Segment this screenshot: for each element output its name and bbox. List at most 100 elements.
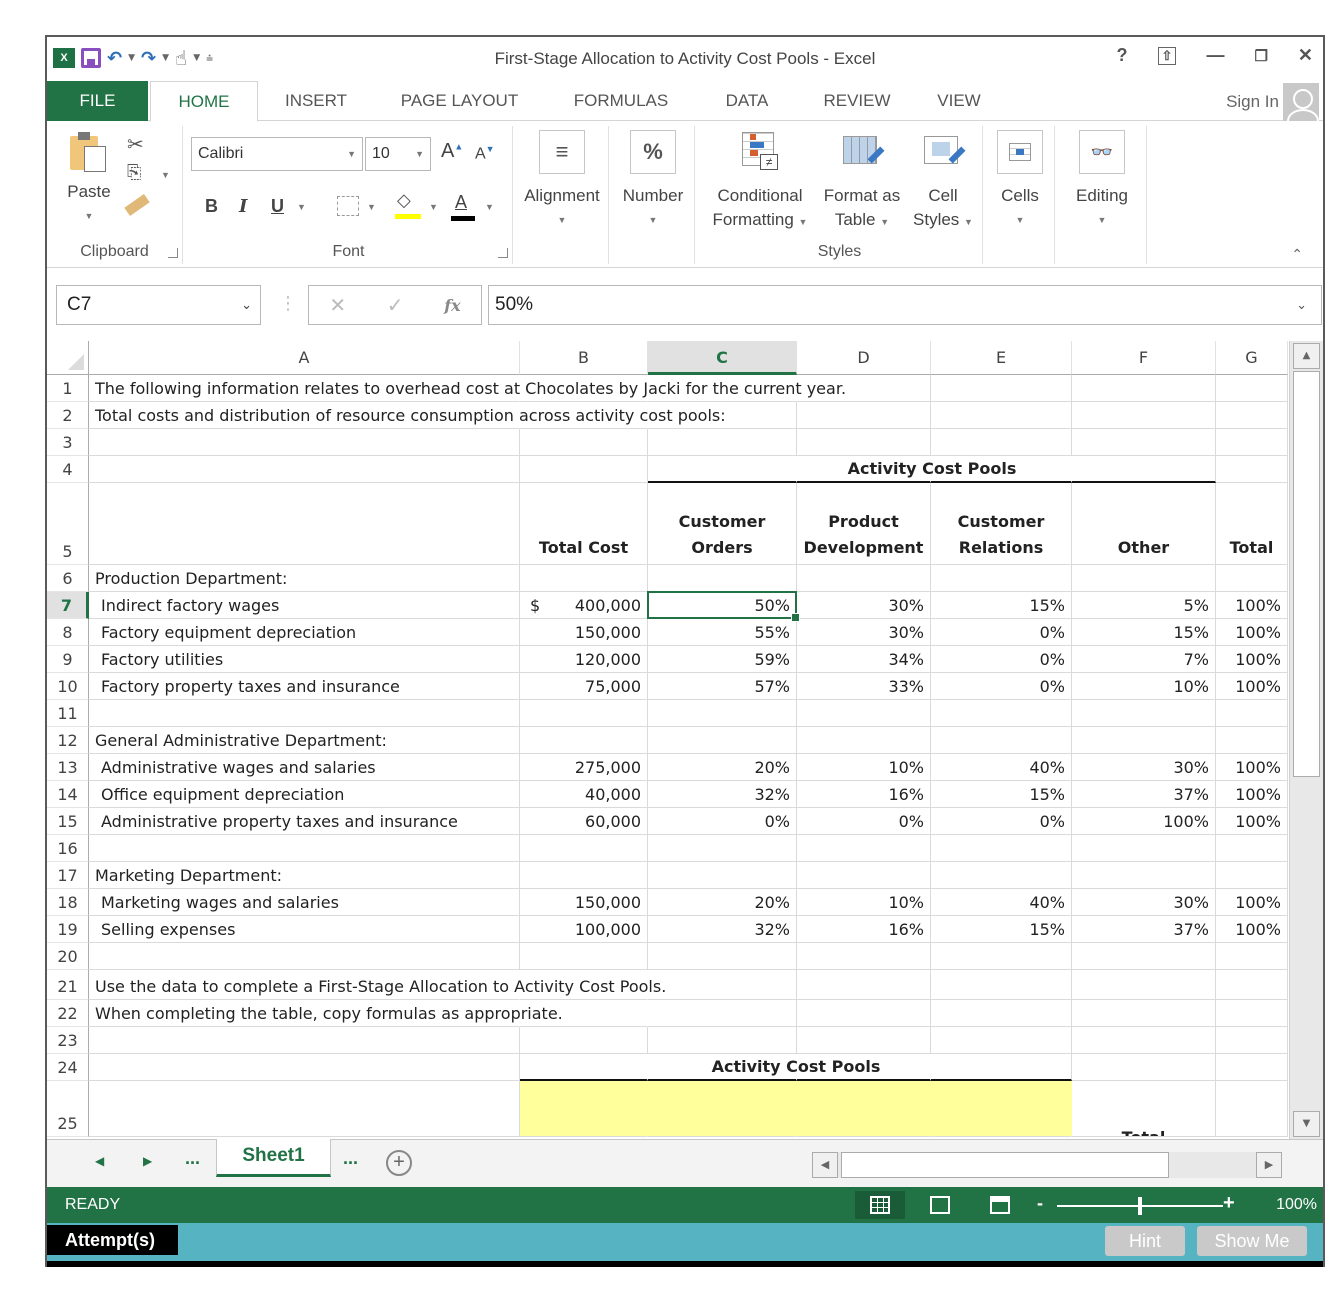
- cell-c11[interactable]: [648, 700, 797, 727]
- cell-e13[interactable]: 40%: [931, 754, 1072, 781]
- cell-a5[interactable]: [89, 483, 520, 565]
- cell-d17[interactable]: [797, 862, 931, 889]
- cell-b12[interactable]: [520, 727, 648, 754]
- restore-icon[interactable]: ❐: [1254, 47, 1267, 65]
- prev-sheet-icon[interactable]: ◀: [95, 1154, 104, 1168]
- cell-f18[interactable]: 30%: [1072, 889, 1216, 916]
- cell-e7[interactable]: 15%: [931, 592, 1072, 619]
- cell-f3[interactable]: [1072, 429, 1216, 456]
- cell-b16[interactable]: [520, 835, 648, 862]
- insert-function-icon[interactable]: fx: [444, 296, 460, 315]
- zoom-level[interactable]: 100%: [1276, 1196, 1317, 1214]
- borders-icon[interactable]: [337, 196, 359, 216]
- cell-a11[interactable]: [89, 700, 520, 727]
- cell-d11[interactable]: [797, 700, 931, 727]
- cell-g16[interactable]: [1216, 835, 1288, 862]
- cell-g18[interactable]: 100%: [1216, 889, 1288, 916]
- worksheet-grid[interactable]: A B C D E F G 1 The following information relate…: [47, 341, 1291, 1139]
- name-box-dropdown-icon[interactable]: ⌄: [241, 286, 252, 324]
- zoom-out-icon[interactable]: -: [1037, 1193, 1043, 1214]
- cell-f23[interactable]: [1072, 1027, 1216, 1054]
- row-header-14[interactable]: 14: [47, 781, 89, 808]
- cell-g17[interactable]: [1216, 862, 1288, 889]
- cell-c14[interactable]: 32%: [648, 781, 797, 808]
- decrease-font-size-icon[interactable]: A▼: [475, 144, 495, 163]
- row-header-6[interactable]: 6: [47, 565, 89, 592]
- cell-a3[interactable]: [89, 429, 520, 456]
- cell-d16[interactable]: [797, 835, 931, 862]
- next-sheet-icon[interactable]: ▶: [143, 1154, 152, 1168]
- row-header-24[interactable]: 24: [47, 1054, 89, 1081]
- font-launcher-icon[interactable]: [498, 248, 508, 258]
- row-header-2[interactable]: 2: [47, 402, 89, 429]
- cell-c4[interactable]: Activity Cost Pools: [648, 456, 1016, 483]
- close-icon[interactable]: ✕: [1298, 45, 1313, 66]
- cell-a6[interactable]: Production Department:: [89, 565, 520, 592]
- cell-b5[interactable]: Total Cost: [520, 483, 648, 565]
- cell-b11[interactable]: [520, 700, 648, 727]
- cell-a22[interactable]: When completing the table, copy formulas…: [89, 1000, 563, 1027]
- cell-f22[interactable]: [1072, 1000, 1216, 1027]
- row-header-21[interactable]: 21: [47, 970, 89, 1000]
- cell-d12[interactable]: [797, 727, 931, 754]
- enter-icon[interactable]: ✓: [387, 293, 404, 317]
- font-name-dropdown-icon[interactable]: ▼: [347, 138, 356, 170]
- cell-e17[interactable]: [931, 862, 1072, 889]
- cell-b17[interactable]: [520, 862, 648, 889]
- cell-e14[interactable]: 15%: [931, 781, 1072, 808]
- formula-bar-resize-handle[interactable]: ⋮: [279, 293, 297, 314]
- cell-f10[interactable]: 10%: [1072, 673, 1216, 700]
- copy-dropdown-icon[interactable]: ▼: [161, 170, 170, 180]
- cell-g1[interactable]: [1216, 375, 1288, 402]
- cell-g6[interactable]: [1216, 565, 1288, 592]
- row-header-15[interactable]: 15: [47, 808, 89, 835]
- cell-d15[interactable]: 0%: [797, 808, 931, 835]
- row-header-23[interactable]: 23: [47, 1027, 89, 1054]
- cell-e16[interactable]: [931, 835, 1072, 862]
- formula-input[interactable]: 50% ⌄: [488, 285, 1322, 325]
- sign-in-label[interactable]: Sign In: [1226, 92, 1279, 112]
- horizontal-scrollbar[interactable]: ◀ ▶: [812, 1152, 1282, 1178]
- paste-dropdown-icon[interactable]: ▼: [59, 204, 119, 228]
- normal-view-button[interactable]: [855, 1191, 905, 1219]
- cell-d9[interactable]: 34%: [797, 646, 931, 673]
- cell-g13[interactable]: 100%: [1216, 754, 1288, 781]
- cell-f7[interactable]: 5%: [1072, 592, 1216, 619]
- cell-c9[interactable]: 59%: [648, 646, 797, 673]
- cell-f16[interactable]: [1072, 835, 1216, 862]
- cell-e12[interactable]: [931, 727, 1072, 754]
- cell-f13[interactable]: 30%: [1072, 754, 1216, 781]
- cell-d5[interactable]: Product Development: [797, 483, 931, 565]
- row-header-3[interactable]: 3: [47, 429, 89, 456]
- column-header-b[interactable]: B: [520, 341, 648, 375]
- tab-page-layout[interactable]: PAGE LAYOUT: [387, 81, 532, 121]
- cell-g21[interactable]: [1216, 970, 1288, 1000]
- cell-a17[interactable]: Marketing Department:: [89, 862, 520, 889]
- cell-b24[interactable]: Activity Cost Pools: [520, 1054, 880, 1081]
- cell-b3[interactable]: [520, 429, 648, 456]
- cell-e3[interactable]: [931, 429, 1072, 456]
- cell-g23[interactable]: [1216, 1027, 1288, 1054]
- cell-e9[interactable]: 0%: [931, 646, 1072, 673]
- cell-d2[interactable]: [797, 402, 931, 429]
- cell-f1[interactable]: [1072, 375, 1216, 402]
- cell-f19[interactable]: 37%: [1072, 916, 1216, 943]
- cell-c20[interactable]: [648, 943, 797, 970]
- cell-c21[interactable]: [648, 970, 797, 1000]
- cell-e11[interactable]: [931, 700, 1072, 727]
- name-box[interactable]: C7 ⌄: [56, 285, 261, 325]
- cell-c6[interactable]: [648, 565, 797, 592]
- fill-color-icon[interactable]: ◇: [397, 190, 411, 211]
- cell-g10[interactable]: 100%: [1216, 673, 1288, 700]
- row-header-10[interactable]: 10: [47, 673, 89, 700]
- cell-c13[interactable]: 20%: [648, 754, 797, 781]
- cell-g15[interactable]: 100%: [1216, 808, 1288, 835]
- row-header-18[interactable]: 18: [47, 889, 89, 916]
- sheet-ellipsis-left[interactable]: ...: [185, 1148, 200, 1169]
- row-header-19[interactable]: 19: [47, 916, 89, 943]
- collapse-ribbon-icon[interactable]: ⌃: [1291, 246, 1303, 263]
- cell-e21[interactable]: [931, 970, 1072, 1000]
- cell-e25[interactable]: [931, 1081, 1072, 1137]
- cell-g11[interactable]: [1216, 700, 1288, 727]
- cell-f5[interactable]: Other: [1072, 483, 1216, 565]
